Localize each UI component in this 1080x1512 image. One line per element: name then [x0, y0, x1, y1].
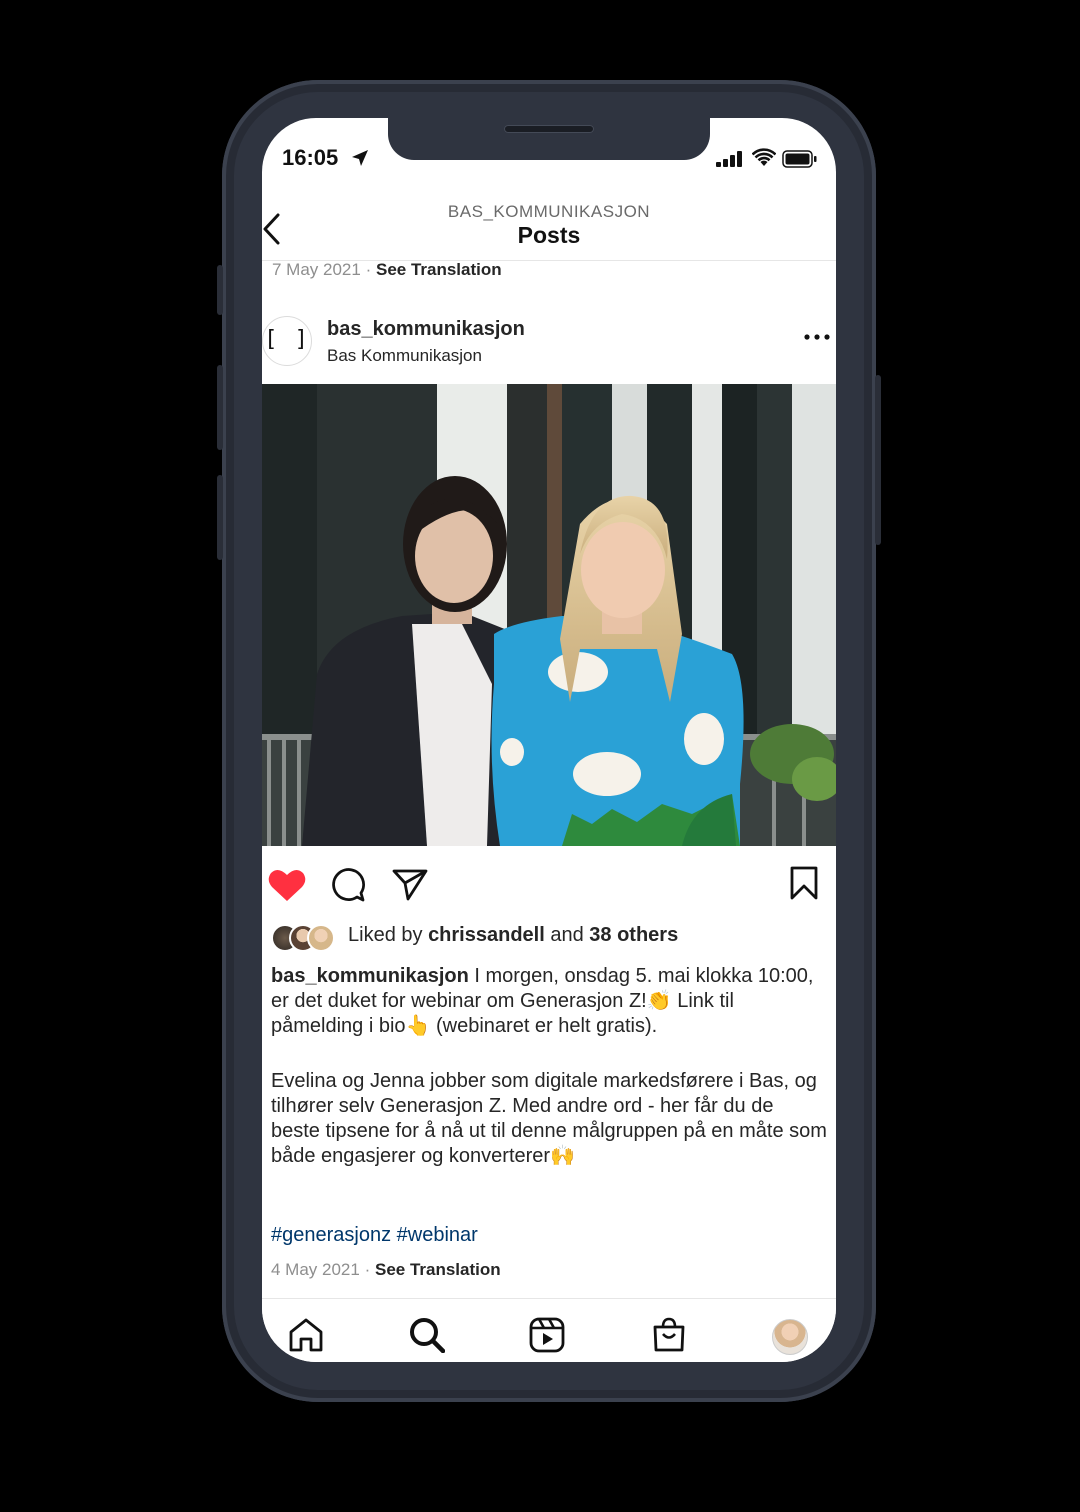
- search-icon[interactable]: [409, 1317, 445, 1353]
- phone-screen: 16:05 BAS_KOMMUNIKASJON Posts 7 May 2021…: [262, 118, 836, 1362]
- bottom-tab-bar: [262, 1298, 836, 1362]
- header-username: BAS_KOMMUNIKASJON: [447, 202, 651, 221]
- post-hashtags[interactable]: #generasjonz #webinar: [271, 1224, 478, 1247]
- meta-separator: ·: [364, 1260, 371, 1279]
- liker-username[interactable]: chrissandell: [428, 924, 545, 946]
- page-title: Posts: [517, 222, 581, 248]
- status-time: 16:05: [282, 145, 339, 170]
- reels-icon[interactable]: [529, 1317, 565, 1353]
- location-arrow-icon: [352, 150, 368, 166]
- wifi-icon: [752, 148, 776, 166]
- top-header: BAS_KOMMUNIKASJON Posts: [262, 200, 836, 261]
- post-date: 4 May 2021: [271, 1260, 360, 1279]
- caption-username[interactable]: bas_kommunikasjon: [271, 965, 469, 987]
- bookmark-icon[interactable]: [789, 866, 819, 900]
- notch: [388, 118, 710, 160]
- home-icon[interactable]: [288, 1317, 324, 1353]
- battery-icon: [782, 150, 817, 168]
- meta-separator: ·: [365, 260, 372, 279]
- account-avatar[interactable]: [ ]: [262, 316, 312, 366]
- see-translation-link[interactable]: See Translation: [375, 1260, 501, 1279]
- profile-avatar[interactable]: [772, 1319, 808, 1355]
- post-caption: bas_kommunikasjon I morgen, onsdag 5. ma…: [271, 964, 827, 1169]
- likes-text: Liked by chrissandell and 38 others: [348, 924, 678, 947]
- post-subtitle: Bas Kommunikasjon: [327, 346, 482, 365]
- liker-avatar: [307, 924, 335, 952]
- mute-switch: [217, 265, 223, 315]
- liker-avatars: [271, 924, 343, 952]
- previous-post-date: 7 May 2021: [272, 260, 361, 279]
- cellular-signal-icon: [716, 151, 742, 167]
- likes-others-count[interactable]: 38 others: [589, 924, 678, 946]
- likes-prefix: Liked by: [348, 924, 423, 946]
- speaker: [504, 125, 594, 133]
- post-header: [ ] bas_kommunikasjon Bas Kommunikasjon: [262, 308, 836, 384]
- comment-icon[interactable]: [331, 868, 365, 902]
- previous-post-meta: 7 May 2021 · See Translation: [272, 260, 502, 280]
- post-image[interactable]: [262, 384, 836, 846]
- likes-and: and: [550, 924, 584, 946]
- heart-icon[interactable]: [268, 868, 306, 902]
- post-actions: [262, 846, 836, 918]
- volume-down-button: [217, 475, 223, 560]
- shop-icon[interactable]: [651, 1317, 687, 1353]
- post-username[interactable]: bas_kommunikasjon: [327, 318, 525, 341]
- volume-up-button: [217, 365, 223, 450]
- more-options-icon[interactable]: [804, 333, 830, 341]
- post-meta: 4 May 2021 · See Translation: [271, 1260, 501, 1280]
- send-icon[interactable]: [392, 868, 428, 902]
- see-translation-link[interactable]: See Translation: [376, 260, 502, 279]
- power-button: [875, 375, 881, 545]
- caption-paragraph: Evelina og Jenna jobber som digitale mar…: [271, 1070, 827, 1167]
